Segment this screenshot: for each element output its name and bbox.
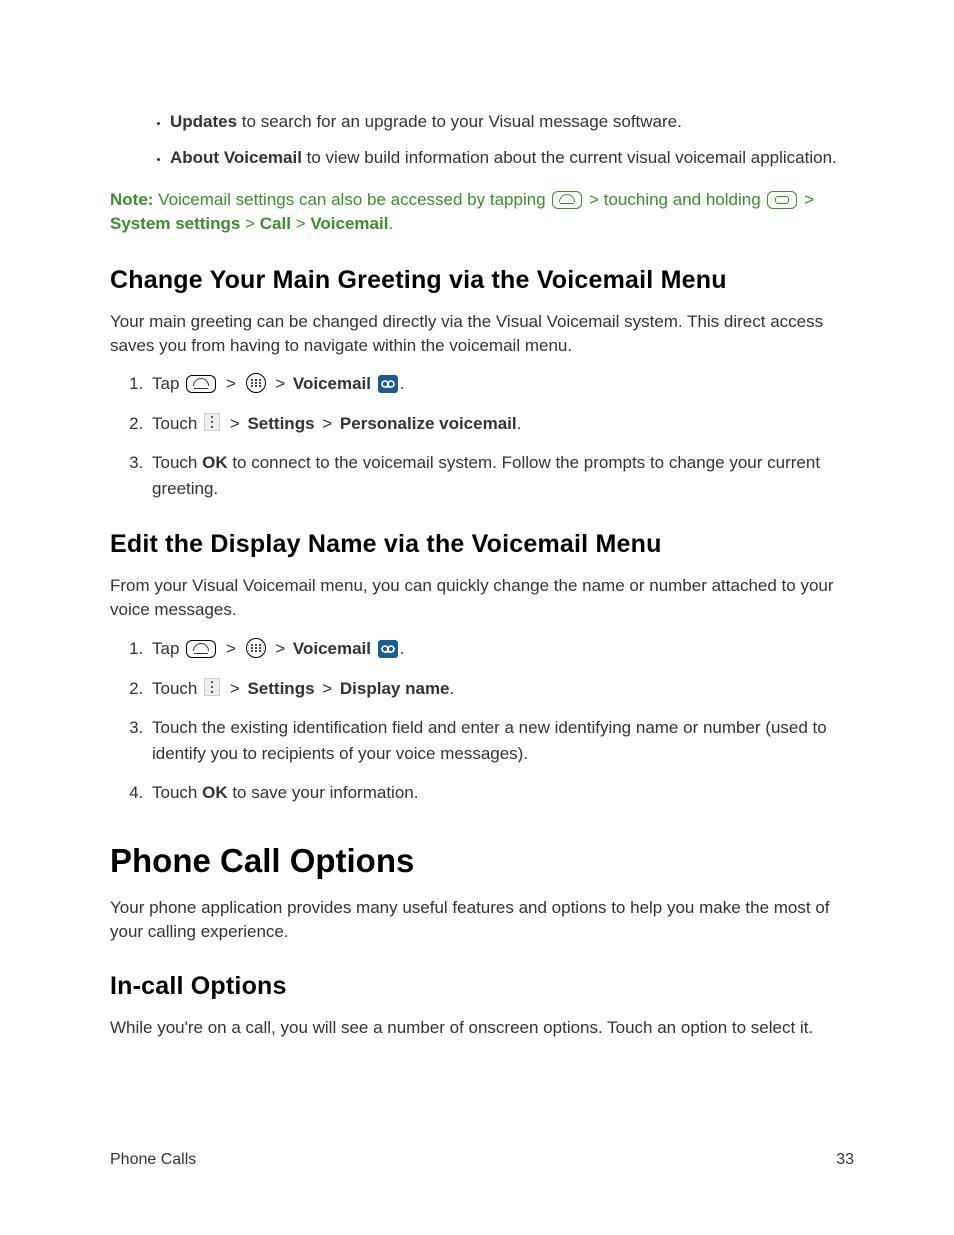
- ok-label: OK: [202, 783, 228, 802]
- bullet-bold: Updates: [170, 112, 237, 131]
- step-item: Touch > Settings > Personalize voicemail…: [148, 411, 854, 437]
- path-segment: Display name: [340, 679, 450, 698]
- path-segment: Personalize voicemail: [340, 414, 517, 433]
- section-heading: Change Your Main Greeting via the Voicem…: [110, 263, 854, 298]
- note-label: Note:: [110, 190, 153, 209]
- note-text: >: [799, 190, 814, 209]
- step-item: Touch the existing identification field …: [148, 715, 854, 766]
- page-footer: Phone Calls 33: [110, 1151, 854, 1169]
- step-text: Touch: [152, 414, 202, 433]
- list-item: About Voicemail to view build informatio…: [170, 146, 854, 170]
- path-segment: Voicemail: [293, 639, 371, 658]
- step-period: .: [400, 639, 405, 658]
- path-segment: Voicemail: [293, 374, 371, 393]
- section-heading: Phone Call Options: [110, 838, 854, 884]
- bullet-bold: About Voicemail: [170, 148, 302, 167]
- step-item: Tap > > Voicemail .: [148, 371, 854, 397]
- note-text: Voicemail settings can also be accessed …: [153, 190, 550, 209]
- step-period: .: [517, 414, 522, 433]
- section-heading: In-call Options: [110, 969, 854, 1004]
- apps-grid-icon: [246, 638, 266, 658]
- note-text: > touching and holding: [584, 190, 765, 209]
- step-text: Touch: [152, 679, 202, 698]
- path-segment: Settings: [247, 679, 314, 698]
- list-item: Updates to search for an upgrade to your…: [170, 110, 854, 134]
- path-segment: Voicemail: [310, 214, 388, 233]
- step-item: Touch > Settings > Display name.: [148, 676, 854, 702]
- bullet-text: to view build information about the curr…: [302, 148, 837, 167]
- step-list: Tap > > Voicemail . Touch > Settings > D…: [110, 636, 854, 806]
- page-content: Updates to search for an upgrade to your…: [110, 110, 854, 1040]
- apps-grid-icon: [246, 373, 266, 393]
- step-period: .: [450, 679, 455, 698]
- step-text: Touch: [152, 453, 202, 472]
- intro-bullet-list: Updates to search for an upgrade to your…: [110, 110, 854, 170]
- overflow-menu-icon: [204, 678, 220, 696]
- path-sep: >: [218, 639, 243, 658]
- bullet-text: to search for an upgrade to your Visual …: [237, 112, 682, 131]
- note-block: Note: Voicemail settings can also be acc…: [110, 188, 854, 237]
- footer-chapter: Phone Calls: [110, 1151, 196, 1169]
- path-sep: >: [268, 639, 293, 658]
- voicemail-app-icon: [378, 640, 398, 658]
- path-segment: System settings: [110, 214, 240, 233]
- path-sep: >: [268, 374, 293, 393]
- step-period: .: [400, 374, 405, 393]
- section-intro: While you're on a call, you will see a n…: [110, 1016, 854, 1040]
- path-segment: Settings: [247, 414, 314, 433]
- step-item: Touch OK to connect to the voicemail sys…: [148, 450, 854, 501]
- path-sep: >: [315, 414, 340, 433]
- path-segment: Call: [260, 214, 291, 233]
- path-sep: >: [291, 214, 310, 233]
- path-sep: >: [315, 679, 340, 698]
- path-sep: >: [222, 679, 247, 698]
- step-item: Tap > > Voicemail .: [148, 636, 854, 662]
- step-text: Tap: [152, 639, 184, 658]
- step-text: to connect to the voicemail system. Foll…: [152, 453, 820, 498]
- overflow-menu-icon: [204, 413, 220, 431]
- voicemail-app-icon: [378, 375, 398, 393]
- home-key-icon: [186, 640, 216, 658]
- step-item: Touch OK to save your information.: [148, 780, 854, 806]
- recent-key-icon: [767, 191, 797, 209]
- path-sep: >: [240, 214, 259, 233]
- path-sep: >: [222, 414, 247, 433]
- step-text: Touch: [152, 783, 202, 802]
- footer-page-number: 33: [836, 1151, 854, 1169]
- document-page: Updates to search for an upgrade to your…: [0, 0, 954, 1235]
- home-key-icon: [552, 191, 582, 209]
- step-list: Tap > > Voicemail . Touch > Settings > P…: [110, 371, 854, 501]
- section-intro: Your phone application provides many use…: [110, 896, 854, 944]
- step-text: Tap: [152, 374, 184, 393]
- home-key-icon: [186, 375, 216, 393]
- section-intro: From your Visual Voicemail menu, you can…: [110, 574, 854, 622]
- ok-label: OK: [202, 453, 228, 472]
- path-sep: >: [218, 374, 243, 393]
- section-intro: Your main greeting can be changed direct…: [110, 310, 854, 358]
- step-text: to save your information.: [228, 783, 419, 802]
- note-period: .: [388, 214, 393, 233]
- section-heading: Edit the Display Name via the Voicemail …: [110, 527, 854, 562]
